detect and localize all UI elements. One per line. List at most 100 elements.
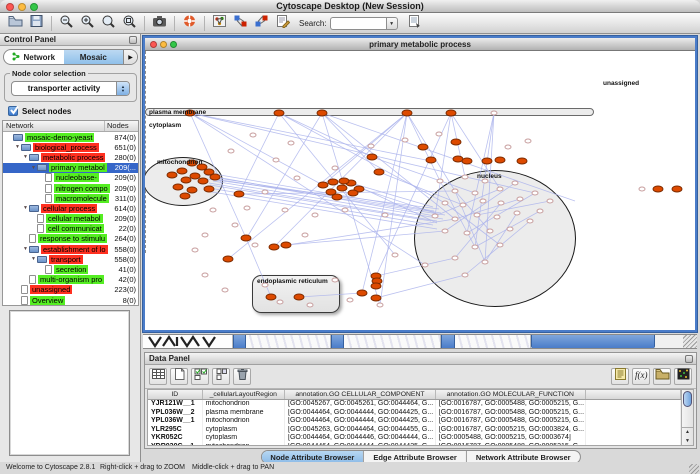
table-row[interactable]: YPL036W__1mitochondrion[GO:0044464, GO:0… <box>148 417 681 426</box>
network-node[interactable] <box>442 229 449 234</box>
network-node[interactable] <box>494 215 501 220</box>
network-node[interactable] <box>437 179 444 184</box>
network-node-highlighted[interactable] <box>274 110 285 117</box>
node-color-select[interactable]: transporter activity ▲▼ <box>11 81 130 96</box>
network-node-highlighted[interactable] <box>517 158 528 165</box>
network-node[interactable] <box>436 132 443 137</box>
trash-button[interactable] <box>233 368 251 385</box>
network-node[interactable] <box>232 223 239 228</box>
network-node-highlighted[interactable] <box>337 185 348 192</box>
search-dropdown-arrow-icon[interactable]: ▼ <box>386 17 398 30</box>
birds-eye-view[interactable] <box>9 310 130 456</box>
tree-row[interactable]: unassigned223(0) <box>3 285 138 295</box>
scrollbar-thumb[interactable] <box>683 391 692 407</box>
background-window-preview[interactable] <box>455 335 531 348</box>
table-row[interactable]: YDR039C__1mitochondrion[GO:0044464, GO:0… <box>148 443 681 446</box>
tree-row-label[interactable]: secretion <box>54 265 88 274</box>
network-node[interactable] <box>332 166 339 171</box>
network-node[interactable] <box>487 229 494 234</box>
network-node[interactable] <box>442 201 449 206</box>
table-row[interactable]: YLR295Ccytoplasm[GO:0045263, GO:0044464,… <box>148 426 681 435</box>
formula-button[interactable]: f(x) <box>632 368 650 385</box>
window-resize-grip-icon[interactable] <box>689 464 699 474</box>
network-node[interactable] <box>527 219 534 224</box>
window-titlebar[interactable]: Cytoscape Desktop (New Session) <box>0 0 700 13</box>
more-tabs-icon[interactable]: ▶ <box>123 50 137 64</box>
network-node-highlighted[interactable] <box>462 158 473 165</box>
network-node-highlighted[interactable] <box>418 144 429 151</box>
network-node[interactable] <box>382 213 389 218</box>
tree-row[interactable]: Overview8(0) <box>3 295 138 305</box>
network-node[interactable] <box>210 208 217 213</box>
network-node[interactable] <box>462 273 469 278</box>
tree-row[interactable]: nitrogen compo209(0) <box>3 183 138 193</box>
network-node[interactable] <box>228 149 235 154</box>
network-node[interactable] <box>464 231 471 236</box>
tree-row-label[interactable]: nucleobase- <box>54 173 99 182</box>
new-document-button[interactable] <box>170 368 188 385</box>
network-node[interactable] <box>244 206 251 211</box>
snapshot-button[interactable] <box>149 14 170 32</box>
network-node-highlighted[interactable] <box>339 178 350 185</box>
network-node-highlighted[interactable] <box>210 174 221 181</box>
column-header[interactable]: ID <box>148 390 203 399</box>
network-node[interactable] <box>497 243 504 248</box>
network-node[interactable] <box>525 139 532 144</box>
network-node-highlighted[interactable] <box>357 290 368 297</box>
network-node[interactable] <box>288 141 295 146</box>
background-network-thumbnail[interactable] <box>143 335 233 348</box>
network-node-highlighted[interactable] <box>204 186 215 193</box>
network-node-highlighted[interactable] <box>371 283 382 290</box>
network-node-highlighted[interactable] <box>332 194 343 201</box>
network-node[interactable] <box>532 191 539 196</box>
scroll-up-icon[interactable]: ▲ <box>682 428 693 437</box>
close-icon[interactable] <box>6 3 14 11</box>
tab-mosaic[interactable]: Mosaic <box>64 50 124 64</box>
tree-row[interactable]: ▼primary metabol209(... <box>3 163 138 173</box>
network-node-highlighted[interactable] <box>281 242 292 249</box>
background-window-preview[interactable] <box>344 335 441 348</box>
network-node[interactable] <box>452 217 459 222</box>
network-node[interactable] <box>517 197 524 202</box>
network-node[interactable] <box>192 248 199 253</box>
network-node-highlighted[interactable] <box>181 177 192 184</box>
edit-notes-button[interactable] <box>272 14 293 32</box>
network-node-highlighted[interactable] <box>426 157 437 164</box>
tree-row-label[interactable]: Overview <box>30 296 65 305</box>
tree-row[interactable]: response to stimulu264(0) <box>3 234 138 244</box>
network-node[interactable] <box>312 213 319 218</box>
network-node[interactable] <box>474 213 481 218</box>
network-node-highlighted[interactable] <box>266 294 277 301</box>
network-node[interactable] <box>480 199 487 204</box>
network-node[interactable] <box>202 273 209 278</box>
column-header[interactable]: annotation.GO MOLECULAR_FUNCTION <box>436 390 586 399</box>
table-row[interactable]: YPL036W__2plasma membrane[GO:0044464, GO… <box>148 409 681 418</box>
network-node[interactable] <box>460 203 467 208</box>
frame-resize-grip-icon[interactable] <box>683 335 697 348</box>
zoom-out-button[interactable] <box>56 14 77 32</box>
zoom-region-button[interactable] <box>119 14 140 32</box>
frame-maximize-icon[interactable] <box>170 41 177 48</box>
network-node[interactable] <box>250 133 257 138</box>
network-node[interactable] <box>307 303 314 308</box>
layout-copy-button[interactable] <box>230 14 251 32</box>
network-node[interactable] <box>639 187 646 192</box>
network-node[interactable] <box>498 201 505 206</box>
tree-row[interactable]: ▼transport558(0) <box>3 254 138 264</box>
network-node[interactable] <box>547 199 554 204</box>
table-row[interactable]: YJR121W__1mitochondrion[GO:0045267, GO:0… <box>148 400 681 409</box>
column-header[interactable]: annotation.GO CELLULAR_COMPONENT <box>285 390 436 399</box>
network-node[interactable] <box>302 233 309 238</box>
tree-row-label[interactable]: cell communicat <box>46 224 104 233</box>
network-node[interactable] <box>222 288 229 293</box>
notes-button[interactable] <box>611 368 629 385</box>
network-node[interactable] <box>462 175 469 180</box>
network-node[interactable] <box>537 209 544 214</box>
network-node-highlighted[interactable] <box>173 184 184 191</box>
expand-triangle-icon[interactable]: ▼ <box>30 256 37 262</box>
open-folder-button[interactable] <box>5 14 26 32</box>
float-data-panel-icon[interactable] <box>685 355 693 363</box>
tree-row-label[interactable]: metabolic process <box>41 153 105 162</box>
float-panel-icon[interactable] <box>129 36 137 44</box>
network-node[interactable] <box>202 233 209 238</box>
